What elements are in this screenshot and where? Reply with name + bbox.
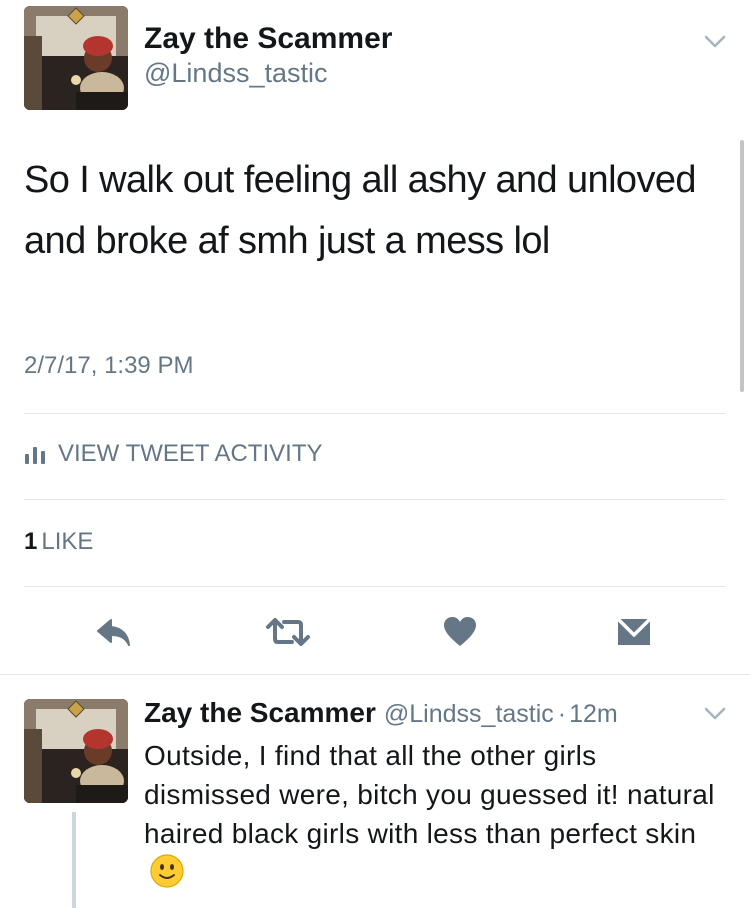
reply-icon: [97, 619, 130, 646]
activity-label: VIEW TWEET ACTIVITY: [58, 440, 323, 467]
direct-message-button[interactable]: [614, 612, 654, 652]
reply-author-name[interactable]: Zay the Scammer: [144, 697, 376, 728]
avatar[interactable]: [24, 6, 128, 110]
bar-chart-icon: [25, 447, 45, 464]
retweet-button[interactable]: [264, 612, 312, 652]
like-label: LIKE: [41, 528, 94, 555]
heart-icon: [444, 617, 476, 646]
view-tweet-activity-link[interactable]: VIEW TWEET ACTIVITY: [24, 440, 322, 468]
divider: [24, 499, 725, 500]
author-handle[interactable]: @Lindss_tastic: [144, 58, 328, 89]
reply-text-content: Outside, I find that all the other girls…: [144, 740, 715, 849]
like-count-number: 1: [24, 528, 38, 555]
chevron-down-icon[interactable]: [703, 706, 727, 722]
reply-header: Zay the Scammer @Lindss_tastic · 12m: [144, 697, 618, 729]
reply-author-handle[interactable]: @Lindss_tastic: [384, 700, 554, 728]
tweet-timestamp: 2/7/17, 1:39 PM: [24, 352, 194, 379]
reply-separator: ·: [557, 700, 567, 728]
author-name[interactable]: Zay the Scammer: [144, 22, 392, 56]
divider: [24, 413, 725, 414]
reply-button[interactable]: [94, 612, 134, 652]
slightly-smiling-face-emoji: [150, 854, 184, 888]
reply-age[interactable]: 12m: [569, 700, 618, 728]
likes-count[interactable]: 1 LIKE: [24, 528, 93, 556]
retweet-icon: [266, 618, 310, 646]
thread-connector-line: [72, 812, 76, 908]
chevron-down-icon[interactable]: [703, 34, 727, 50]
divider: [24, 586, 725, 587]
reply-avatar[interactable]: [24, 699, 128, 803]
scrollbar[interactable]: [740, 140, 744, 392]
envelope-icon: [616, 617, 652, 645]
tweet-text: So I walk out feeling all ashy and unlov…: [24, 159, 697, 262]
reply-text: Outside, I find that all the other girls…: [144, 736, 724, 892]
section-divider: [0, 674, 750, 675]
like-button[interactable]: [440, 612, 480, 652]
